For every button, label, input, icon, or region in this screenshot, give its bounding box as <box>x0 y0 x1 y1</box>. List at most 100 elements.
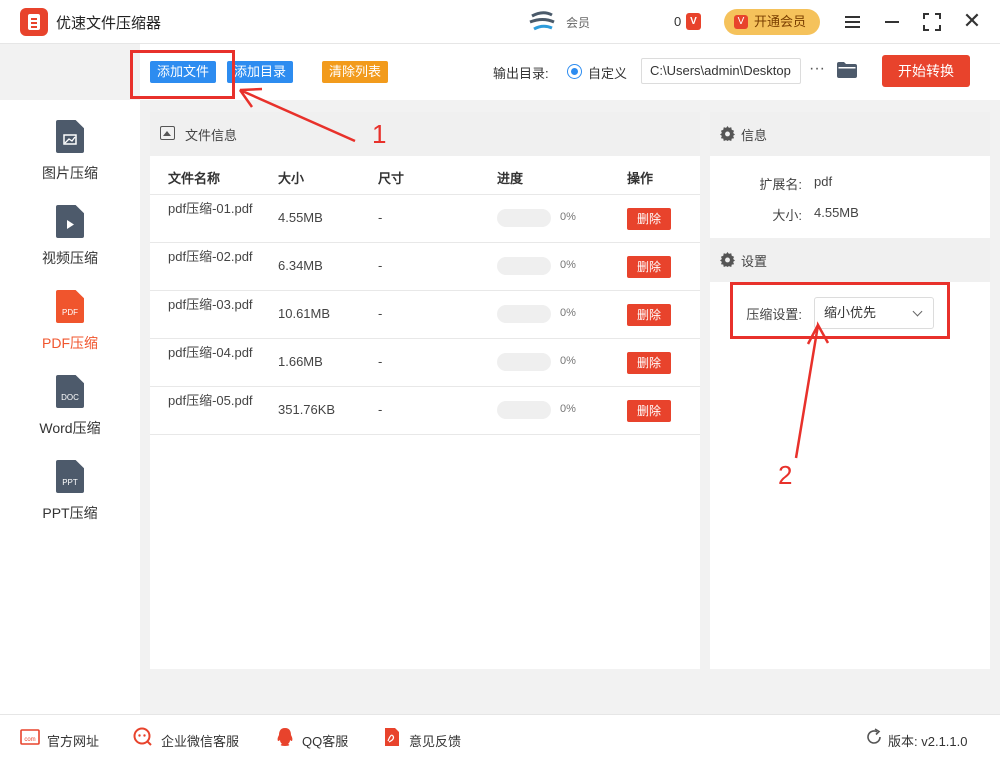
ppt-file-icon: PPT <box>56 460 84 493</box>
vip-badge-icon: V <box>686 13 701 30</box>
compress-setting-value: 缩小优先 <box>824 305 877 320</box>
file-info-title: 文件信息 <box>185 128 238 143</box>
file-info-header: 文件信息 <box>150 112 700 156</box>
chevron-down-icon <box>912 306 923 317</box>
sidebar-item-pdf[interactable]: PDF PDF压缩 <box>0 270 140 351</box>
table-row[interactable]: pdf压缩-04.pdf 1.66MB - 0% 删除 <box>150 338 700 386</box>
video-file-icon <box>56 205 84 238</box>
more-icon[interactable]: ··· <box>807 58 827 82</box>
pdf-file-icon: PDF <box>56 290 84 323</box>
column-header-progress: 进度 <box>497 171 524 186</box>
doc-file-icon: DOC <box>56 375 84 408</box>
compress-setting-select[interactable]: 缩小优先 <box>814 297 934 329</box>
sidebar-label: PDF压缩 <box>42 335 98 351</box>
clear-list-button[interactable]: 清除列表 <box>322 61 389 83</box>
compress-setting-label: 压缩设置: <box>746 307 802 322</box>
progress-percent: 0% <box>560 307 576 319</box>
member-avatar-icon[interactable] <box>528 10 558 34</box>
qq-service-link[interactable]: QQ客服 <box>302 731 348 750</box>
add-file-button[interactable]: 添加文件 <box>150 61 217 83</box>
close-icon[interactable]: ✕ <box>958 8 986 36</box>
app-title: 优速文件压缩器 <box>56 15 162 32</box>
official-site-link[interactable]: 官方网址 <box>47 731 99 750</box>
custom-output-radio[interactable] <box>567 64 582 79</box>
progress-bar <box>497 353 551 371</box>
file-type-tag: PPT <box>62 478 78 487</box>
feedback-link[interactable]: 意见反馈 <box>409 731 461 750</box>
table-row[interactable]: pdf压缩-03.pdf 10.61MB - 0% 删除 <box>150 290 700 338</box>
feedback-icon[interactable] <box>382 727 402 747</box>
open-vip-label: 开通会员 <box>754 14 807 29</box>
progress-bar <box>497 305 551 323</box>
progress-bar <box>497 209 551 227</box>
file-name: pdf压缩-03.pdf <box>168 297 253 312</box>
delete-button[interactable]: 删除 <box>627 256 671 278</box>
qq-icon[interactable] <box>275 727 295 747</box>
folder-icon[interactable] <box>837 62 857 78</box>
delete-button[interactable]: 删除 <box>627 304 671 326</box>
app-logo-icon <box>20 8 48 36</box>
image-file-icon <box>56 120 84 153</box>
info-title: 信息 <box>741 128 768 143</box>
sidebar-label: 视频压缩 <box>42 250 98 266</box>
file-dimension: - <box>378 306 383 321</box>
maximize-icon[interactable] <box>918 8 946 36</box>
table-divider <box>150 434 700 435</box>
version-label: 版本: v2.1.1.0 <box>888 734 968 749</box>
image-icon <box>160 126 175 140</box>
website-icon[interactable]: com <box>20 727 40 747</box>
delete-button[interactable]: 删除 <box>627 400 671 422</box>
file-type-tag: DOC <box>61 393 79 402</box>
column-header-size: 大小 <box>278 171 305 186</box>
table-row[interactable]: pdf压缩-02.pdf 6.34MB - 0% 删除 <box>150 242 700 290</box>
menu-icon[interactable] <box>838 8 866 36</box>
column-header-action: 操作 <box>627 171 654 186</box>
table-row[interactable]: pdf压缩-05.pdf 351.76KB - 0% 删除 <box>150 386 700 434</box>
wechat-service-link[interactable]: 企业微信客服 <box>161 731 239 750</box>
file-name: pdf压缩-01.pdf <box>168 201 253 216</box>
output-directory-label: 输出目录: <box>493 66 549 81</box>
progress-bar <box>497 401 551 419</box>
column-header-name: 文件名称 <box>168 171 221 186</box>
file-size: 6.34MB <box>278 258 323 273</box>
sidebar-label: 图片压缩 <box>42 165 98 181</box>
info-section-header: 信息 <box>710 112 990 156</box>
info-panel: 信息 扩展名: pdf 大小: 4.55MB 设置 压缩设置: 缩小优先 <box>710 112 990 669</box>
file-name: pdf压缩-04.pdf <box>168 345 253 360</box>
progress-bar <box>497 257 551 275</box>
file-size: 351.76KB <box>278 402 336 417</box>
custom-output-label[interactable]: 自定义 <box>588 63 627 82</box>
file-dimension: - <box>378 402 383 417</box>
sidebar-label: PPT压缩 <box>42 505 98 521</box>
file-info-panel: 文件信息 文件名称 大小 尺寸 进度 操作 pdf压缩-01.pdf 4.55M… <box>150 112 700 669</box>
member-name[interactable]: 会员 <box>566 14 590 31</box>
delete-button[interactable]: 删除 <box>627 352 671 374</box>
file-size: 4.55MB <box>278 210 323 225</box>
settings-section-header: 设置 <box>710 238 990 282</box>
add-directory-button[interactable]: 添加目录 <box>227 61 294 83</box>
table-row[interactable]: pdf压缩-01.pdf 4.55MB - 0% 删除 <box>150 194 700 242</box>
sidebar-item-image[interactable]: 图片压缩 <box>0 100 140 181</box>
progress-percent: 0% <box>560 211 576 223</box>
gear-icon <box>720 252 735 267</box>
start-convert-button[interactable]: 开始转换 <box>882 55 970 87</box>
progress-percent: 0% <box>560 259 576 271</box>
file-dimension: - <box>378 210 383 225</box>
column-header-dimension: 尺寸 <box>378 171 405 186</box>
size-label: 大小: <box>772 208 802 223</box>
delete-button[interactable]: 删除 <box>627 208 671 230</box>
wechat-icon[interactable] <box>133 727 153 747</box>
title-bar: 优速文件压缩器 会员 0 V V 开通会员 ✕ <box>0 0 1000 44</box>
settings-title: 设置 <box>741 254 768 269</box>
sidebar-item-word[interactable]: DOC Word压缩 <box>0 355 140 436</box>
open-vip-button[interactable]: V 开通会员 <box>724 9 820 35</box>
refresh-icon[interactable] <box>864 727 884 747</box>
output-path-input[interactable]: C:\Users\admin\Desktop <box>641 58 801 84</box>
sidebar-item-video[interactable]: 视频压缩 <box>0 185 140 266</box>
footer: com 官方网址 企业微信客服 QQ客服 意见反馈 版本: v2.1.1.0 <box>0 714 1000 760</box>
file-dimension: - <box>378 258 383 273</box>
minimize-icon[interactable] <box>878 8 906 36</box>
sidebar-item-ppt[interactable]: PPT PPT压缩 <box>0 440 140 521</box>
annotation-number-2: 2 <box>778 460 793 490</box>
file-type-tag: PDF <box>62 308 78 317</box>
